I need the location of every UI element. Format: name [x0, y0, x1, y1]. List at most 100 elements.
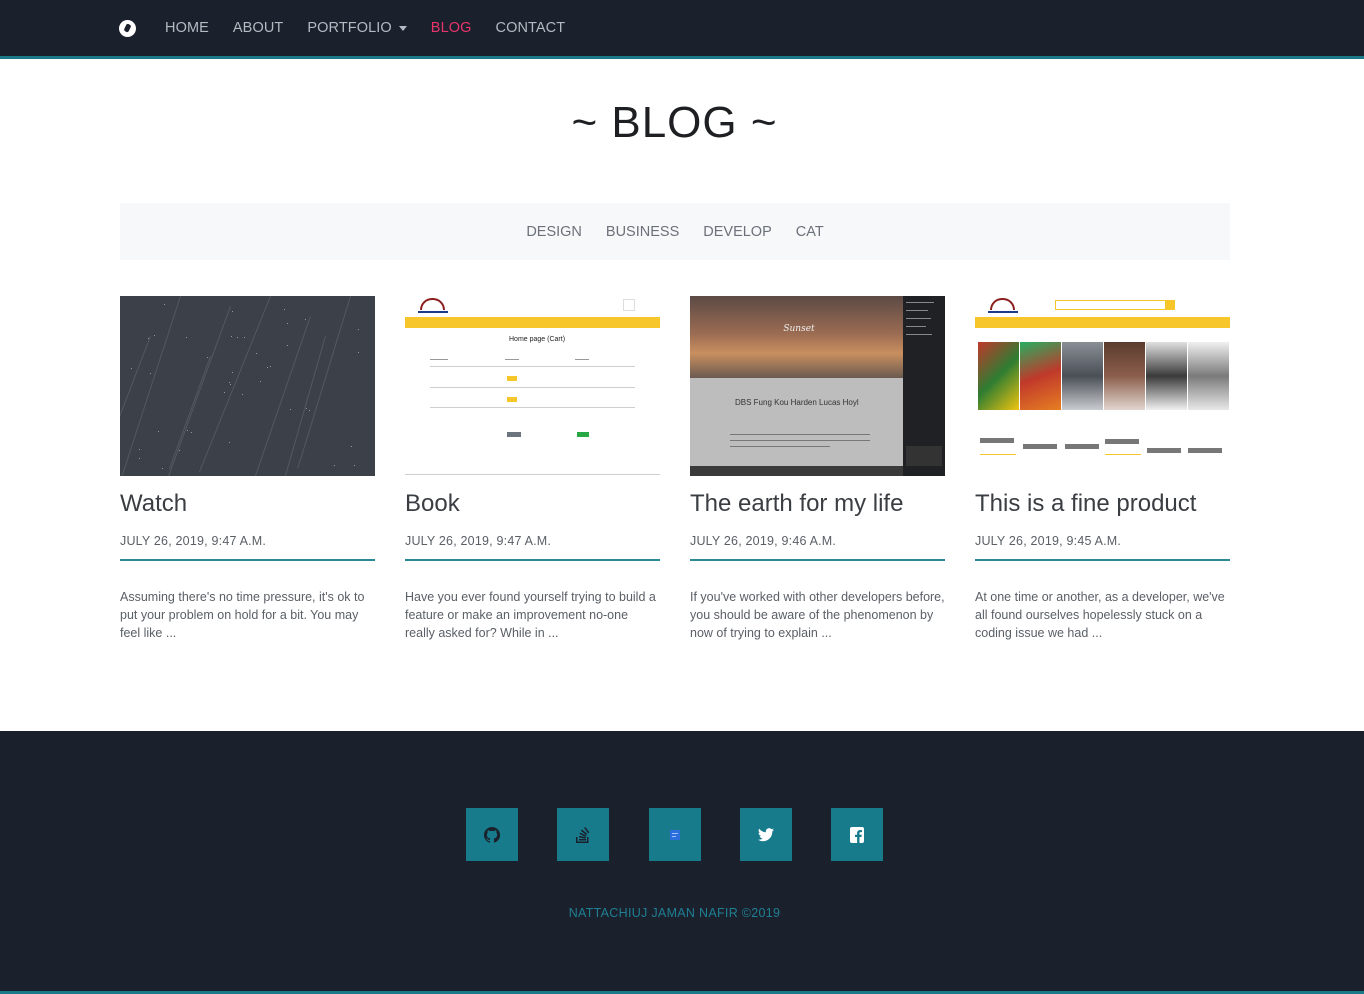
copyright-text: NATTACHIUJ JAMAN NAFIR ©2019 — [568, 906, 781, 920]
star-streak — [297, 296, 351, 469]
divider — [975, 559, 1230, 561]
star-streak — [168, 356, 211, 470]
mini-text — [505, 359, 519, 360]
category-design[interactable]: DESIGN — [526, 224, 582, 240]
thumb-heading: Home page (Cart) — [509, 336, 566, 343]
nav-contact-label: CONTACT — [495, 20, 566, 36]
logo-wordmark — [988, 311, 1018, 313]
page-title: ~ BLOG ~ — [571, 98, 778, 147]
post-thumbnail[interactable]: Sunset DBS Fung Kou Harden Lucas Hoyl — [690, 296, 945, 476]
post-thumbnail[interactable] — [975, 296, 1230, 476]
nav-about[interactable]: ABOUT — [233, 20, 283, 36]
post-thumbnail[interactable] — [120, 296, 375, 476]
mini-button — [507, 376, 517, 381]
mini-text — [430, 359, 448, 360]
star — [237, 337, 238, 338]
post-title[interactable]: Book — [405, 490, 660, 518]
star — [242, 394, 243, 395]
nav-menu: HOME ABOUT PORTFOLIO BLOG CONTACT — [165, 0, 589, 56]
star — [260, 381, 261, 382]
star — [162, 468, 163, 469]
mini-button — [507, 432, 521, 437]
star — [229, 382, 230, 383]
chevron-down-icon — [398, 25, 407, 31]
twitter-button[interactable] — [740, 808, 792, 861]
star — [131, 368, 132, 369]
nav-contact[interactable]: CONTACT — [496, 20, 566, 36]
nav-portfolio-label: PORTFOLIO — [307, 20, 392, 36]
product-card — [980, 414, 1020, 464]
product-image — [1146, 342, 1187, 410]
thumb-sidebar — [903, 296, 945, 476]
facebook-icon — [850, 826, 864, 843]
star — [139, 449, 140, 450]
star — [224, 392, 225, 393]
nav-home[interactable]: HOME — [165, 20, 209, 36]
facebook-button[interactable] — [831, 808, 883, 861]
logo-wordmark — [418, 311, 448, 313]
star — [150, 373, 151, 374]
blog-button[interactable] — [649, 808, 701, 861]
star — [148, 338, 149, 339]
star — [229, 442, 230, 443]
post-card-watch: Watch JULY 26, 2019, 9:47 A.M. Assuming … — [120, 296, 375, 642]
post-card-book: Home page (Cart) Book JULY 26, 2019, 9:4… — [405, 296, 660, 642]
post-card-product: This is a fine product JULY 26, 2019, 9:… — [975, 296, 1230, 642]
mini-line — [430, 387, 635, 388]
blog-icon — [670, 829, 680, 840]
star — [187, 430, 188, 431]
star — [284, 309, 285, 310]
post-excerpt: Assuming there's no time pressure, it's … — [120, 590, 365, 640]
logo-mark — [420, 298, 445, 310]
mini-line — [405, 474, 660, 475]
github-icon — [484, 826, 500, 843]
star — [154, 335, 155, 336]
divider — [405, 559, 660, 561]
category-cat[interactable]: CAT — [796, 224, 824, 240]
logo-mark — [990, 298, 1015, 310]
post-excerpt: If you've worked with other developers b… — [690, 590, 945, 640]
star — [354, 465, 355, 466]
post-title[interactable]: The earth for my life — [690, 490, 945, 518]
twitter-icon — [758, 827, 774, 841]
category-develop[interactable]: DEVELOP — [703, 224, 772, 240]
thumb-footer — [690, 466, 903, 476]
footer: NATTACHIUJ JAMAN NAFIR ©2019 — [0, 731, 1364, 994]
product-card — [1023, 414, 1063, 464]
star — [270, 366, 271, 367]
thumb-post-title: DBS Fung Kou Harden Lucas Hoyl — [735, 398, 859, 407]
post-thumbnail[interactable]: Home page (Cart) — [405, 296, 660, 476]
mini-text — [906, 318, 931, 319]
star — [232, 311, 233, 312]
logo-icon[interactable] — [119, 20, 136, 37]
post-title[interactable]: This is a fine product — [975, 490, 1230, 518]
github-button[interactable] — [466, 808, 518, 861]
mini-text — [906, 310, 928, 311]
star — [207, 357, 208, 358]
stackoverflow-button[interactable] — [557, 808, 609, 861]
product-card — [1065, 414, 1105, 464]
nav-blog[interactable]: BLOG — [431, 20, 472, 36]
product-card — [1105, 414, 1145, 464]
category-business[interactable]: BUSINESS — [606, 224, 679, 240]
nav-portfolio-dropdown[interactable]: PORTFOLIO — [307, 20, 407, 36]
post-title[interactable]: Watch — [120, 490, 375, 518]
stackoverflow-icon — [576, 826, 590, 843]
mini-text — [906, 334, 932, 335]
header-bar — [975, 317, 1230, 328]
thumb-body — [690, 378, 903, 476]
star — [186, 337, 187, 338]
nav-home-label: HOME — [165, 20, 209, 36]
mini-text — [730, 434, 870, 435]
navbar: HOME ABOUT PORTFOLIO BLOG CONTACT — [0, 0, 1364, 59]
star — [256, 353, 257, 354]
star — [334, 465, 335, 466]
star — [244, 337, 245, 338]
search-icon — [1165, 300, 1175, 310]
post-date: JULY 26, 2019, 9:45 A.M. — [975, 534, 1122, 548]
star — [351, 446, 352, 447]
star — [358, 352, 359, 353]
category-filter-bar: DESIGN BUSINESS DEVELOP CAT — [120, 203, 1230, 260]
star — [290, 409, 291, 410]
star — [305, 319, 306, 320]
